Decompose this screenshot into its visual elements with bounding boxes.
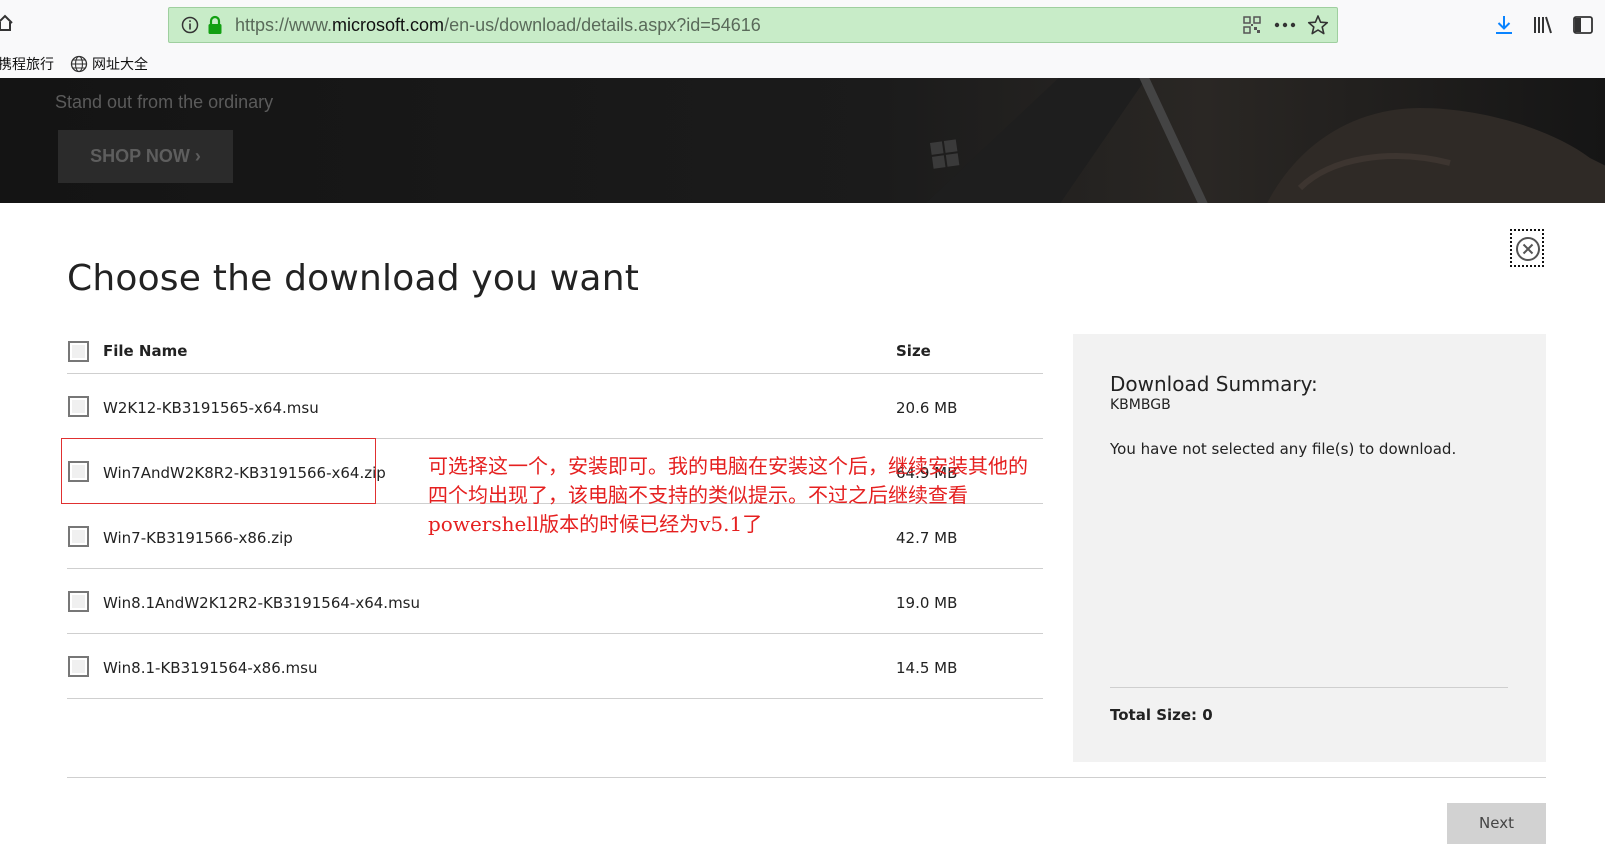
- lock-icon: [208, 15, 222, 34]
- row-divider: [67, 568, 1043, 569]
- dialog-title: Choose the download you want: [67, 258, 640, 299]
- file-name: Win7-KB3191566-x86.zip: [103, 529, 293, 547]
- browser-toolbar: https://www.microsoft.com/en-us/download…: [0, 0, 1605, 50]
- more-options-icon[interactable]: [1273, 16, 1297, 34]
- download-summary-panel: Download Summary: KBMBGB You have not se…: [1073, 334, 1546, 762]
- file-checkbox[interactable]: [68, 591, 89, 612]
- size-header: Size: [896, 342, 931, 360]
- home-icon[interactable]: [0, 14, 14, 32]
- bookmark-star-icon[interactable]: [1307, 14, 1329, 36]
- summary-title: Download Summary:: [1110, 372, 1318, 396]
- file-size: 19.0 MB: [896, 594, 958, 612]
- file-size: 14.5 MB: [896, 659, 958, 677]
- footer-divider: [67, 777, 1546, 778]
- summary-message: You have not selected any file(s) to dow…: [1110, 440, 1457, 458]
- file-size: 20.6 MB: [896, 399, 958, 417]
- bookmarks-bar: 携程旅行 网址大全: [0, 50, 1605, 78]
- qr-code-icon[interactable]: [1243, 16, 1261, 34]
- info-icon[interactable]: [181, 16, 199, 34]
- annotation-highlight-box: [61, 438, 376, 504]
- hero-banner: Stand out from the ordinary SHOP NOW ›: [0, 78, 1605, 203]
- select-all-checkbox[interactable]: [68, 341, 89, 362]
- row-divider: [67, 373, 1043, 374]
- address-bar[interactable]: https://www.microsoft.com/en-us/download…: [168, 7, 1338, 43]
- file-name: Win8.1-KB3191564-x86.msu: [103, 659, 318, 677]
- row-divider: [67, 698, 1043, 699]
- globe-icon: [70, 55, 88, 73]
- summary-code: KBMBGB: [1110, 397, 1171, 413]
- file-name-header: File Name: [103, 342, 188, 360]
- file-name: W2K12-KB3191565-x64.msu: [103, 399, 319, 417]
- download-icon[interactable]: [1493, 14, 1515, 36]
- url-text[interactable]: https://www.microsoft.com/en-us/download…: [235, 15, 761, 36]
- device-image: [925, 78, 1605, 203]
- file-checkbox[interactable]: [68, 656, 89, 677]
- close-icon: [1516, 237, 1540, 261]
- shop-now-button[interactable]: SHOP NOW ›: [58, 130, 233, 183]
- file-checkbox[interactable]: [68, 526, 89, 547]
- bookmark-label: 网址大全: [92, 57, 148, 73]
- total-size: Total Size: 0: [1110, 706, 1213, 724]
- file-name: Win8.1AndW2K12R2-KB3191564-x64.msu: [103, 594, 421, 612]
- next-button[interactable]: Next: [1447, 803, 1546, 844]
- sidebar-icon[interactable]: [1572, 14, 1594, 36]
- close-button[interactable]: [1510, 229, 1544, 267]
- row-divider: [67, 633, 1043, 634]
- library-icon[interactable]: [1532, 14, 1554, 36]
- hero-tagline: Stand out from the ordinary: [55, 92, 274, 112]
- bookmark-item[interactable]: 网址大全: [70, 54, 148, 74]
- summary-divider: [1110, 687, 1508, 688]
- annotation-text: 可选择这一个，安装即可。我的电脑在安装这个后，继续安装其他的四个均出现了，该电脑…: [428, 454, 1028, 536]
- bookmark-item[interactable]: 携程旅行: [0, 54, 54, 74]
- file-checkbox[interactable]: [68, 396, 89, 417]
